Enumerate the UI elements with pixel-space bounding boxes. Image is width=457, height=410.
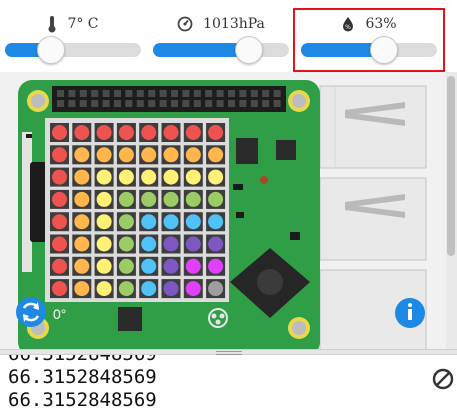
sensor-controls: 7° C 1013hPa % 63%	[0, 0, 457, 72]
led-pixel[interactable]	[52, 191, 67, 207]
gauge-icon	[177, 16, 193, 32]
humidity-control: % 63%	[301, 8, 437, 68]
gpio-header	[52, 86, 286, 112]
led-pixel[interactable]	[52, 147, 67, 163]
led-pixel[interactable]	[74, 236, 90, 252]
clear-console-icon[interactable]	[432, 368, 454, 390]
led-pixel[interactable]	[185, 236, 201, 252]
led-pixel[interactable]	[96, 214, 112, 230]
led-pixel[interactable]	[118, 125, 134, 140]
temperature-slider[interactable]	[5, 36, 141, 64]
vertical-scrollbar[interactable]	[446, 72, 457, 349]
pressure-slider[interactable]	[153, 36, 289, 64]
led-pixel[interactable]	[185, 125, 201, 140]
slider-thumb[interactable]	[235, 36, 264, 64]
svg-text:%: %	[346, 24, 352, 31]
led-pixel[interactable]	[96, 191, 112, 207]
led-pixel[interactable]	[74, 191, 90, 207]
led-pixel[interactable]	[185, 169, 201, 185]
led-pixel[interactable]	[141, 281, 157, 297]
led-pixel[interactable]	[163, 147, 179, 163]
led-pixel[interactable]	[185, 281, 201, 297]
led-pixel[interactable]	[163, 169, 179, 185]
led-pixel[interactable]	[208, 258, 224, 274]
led-pixel[interactable]	[74, 169, 90, 185]
led-pixel[interactable]	[118, 281, 134, 297]
led-pixel[interactable]	[163, 214, 179, 230]
led-pixel[interactable]	[96, 125, 112, 140]
led-pixel[interactable]	[96, 258, 112, 274]
led-pixel[interactable]	[74, 258, 90, 274]
led-pixel[interactable]	[52, 281, 67, 297]
led-pixel[interactable]	[208, 147, 224, 163]
console-line: 66.3152848569	[8, 355, 157, 365]
led-pixel[interactable]	[52, 125, 67, 140]
led-pixel[interactable]	[52, 169, 67, 185]
led-pixel[interactable]	[118, 191, 134, 207]
led-pixel[interactable]	[185, 258, 201, 274]
led-pixel[interactable]	[74, 125, 90, 140]
led-pixel[interactable]	[208, 236, 224, 252]
rotate-button[interactable]	[16, 297, 46, 327]
console-line: 66.3152848569	[8, 389, 157, 410]
led-pixel[interactable]	[118, 236, 134, 252]
temperature-control: 7° C	[5, 8, 141, 68]
led-pixel[interactable]	[185, 214, 201, 230]
led-pixel[interactable]	[185, 191, 201, 207]
humidity-slider[interactable]	[301, 36, 437, 64]
led-pixel[interactable]	[118, 258, 134, 274]
led-pixel[interactable]	[185, 147, 201, 163]
led-pixel[interactable]	[141, 169, 157, 185]
led-matrix[interactable]	[45, 118, 229, 302]
led-pixel[interactable]	[96, 169, 112, 185]
led-pixel[interactable]	[208, 191, 224, 207]
led-pixel[interactable]	[118, 147, 134, 163]
led-pixel[interactable]	[208, 125, 224, 140]
led-pixel[interactable]	[163, 125, 179, 140]
led-pixel[interactable]	[141, 214, 157, 230]
led-pixel[interactable]	[74, 281, 90, 297]
thermometer-icon	[47, 15, 57, 33]
led-pixel[interactable]	[118, 169, 134, 185]
info-button[interactable]	[395, 298, 425, 328]
rotation-label: 0°	[53, 306, 66, 322]
led-pixel[interactable]	[163, 191, 179, 207]
humidity-label: 63%	[365, 16, 397, 32]
led-pixel[interactable]	[141, 191, 157, 207]
led-pixel[interactable]	[141, 147, 157, 163]
humidity-icon: %	[341, 16, 355, 32]
led-pixel[interactable]	[96, 281, 112, 297]
led-pixel[interactable]	[96, 236, 112, 252]
pressure-control: 1013hPa	[153, 8, 289, 68]
slider-thumb[interactable]	[36, 36, 65, 64]
led-pixel[interactable]	[141, 258, 157, 274]
led-pixel[interactable]	[141, 125, 157, 140]
slider-thumb[interactable]	[369, 36, 398, 64]
led-pixel[interactable]	[96, 147, 112, 163]
led-pixel[interactable]	[141, 236, 157, 252]
led-pixel[interactable]	[163, 236, 179, 252]
temperature-label: 7° C	[67, 16, 99, 32]
led-pixel[interactable]	[208, 169, 224, 185]
led-pixel[interactable]	[52, 214, 67, 230]
pressure-label: 1013hPa	[203, 16, 265, 32]
led-pixel[interactable]	[52, 258, 67, 274]
led-pixel[interactable]	[52, 236, 67, 252]
led-pixel[interactable]	[74, 147, 90, 163]
led-pixel[interactable]	[163, 258, 179, 274]
led-pixel[interactable]	[208, 214, 224, 230]
led-pixel[interactable]	[118, 214, 134, 230]
sense-hat-simulator: 0°	[0, 72, 446, 349]
console-output: 66.3152848569 66.3152848569 66.315284856…	[0, 355, 457, 410]
led-pixel[interactable]	[74, 214, 90, 230]
console-line: 66.3152848569	[8, 366, 157, 388]
led-pixel[interactable]	[208, 281, 224, 297]
led-pixel[interactable]	[163, 281, 179, 297]
